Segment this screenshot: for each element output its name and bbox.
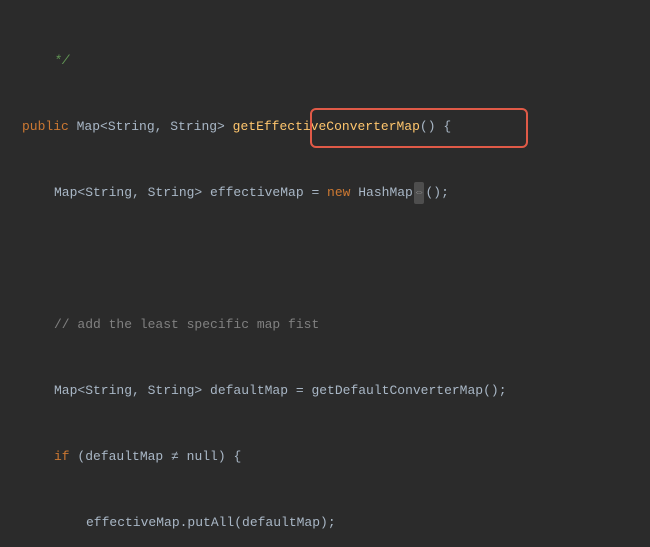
code-line: Map<String, String> effectiveMap = new H…: [0, 182, 650, 204]
type: Map: [77, 119, 100, 134]
inlay-hint-icon: ⇔: [414, 182, 425, 204]
comment: // add the least specific map fist: [54, 317, 319, 332]
keyword-if: if: [54, 449, 70, 464]
method-name: getEffectiveConverterMap: [233, 119, 420, 134]
code-line: public Map<String, String> getEffectiveC…: [0, 116, 650, 138]
code-line: effectiveMap.putAll(defaultMap);: [0, 512, 650, 534]
code-line: */: [0, 50, 650, 72]
code-line: Map<String, String> defaultMap = getDefa…: [0, 380, 650, 402]
keyword-new: new: [327, 185, 350, 200]
neq-op: ≠: [171, 449, 179, 464]
keyword-public: public: [22, 119, 69, 134]
javadoc-close: */: [54, 53, 70, 68]
generic-params: <String, String>: [100, 119, 225, 134]
code-line: // add the least specific map fist: [0, 314, 650, 336]
default-converter-call: getDefaultConverterMap(): [311, 383, 498, 398]
blank-line: [0, 248, 650, 270]
code-line: if (defaultMap ≠ null) {: [0, 446, 650, 468]
code-editor[interactable]: */ public Map<String, String> getEffecti…: [0, 0, 650, 547]
